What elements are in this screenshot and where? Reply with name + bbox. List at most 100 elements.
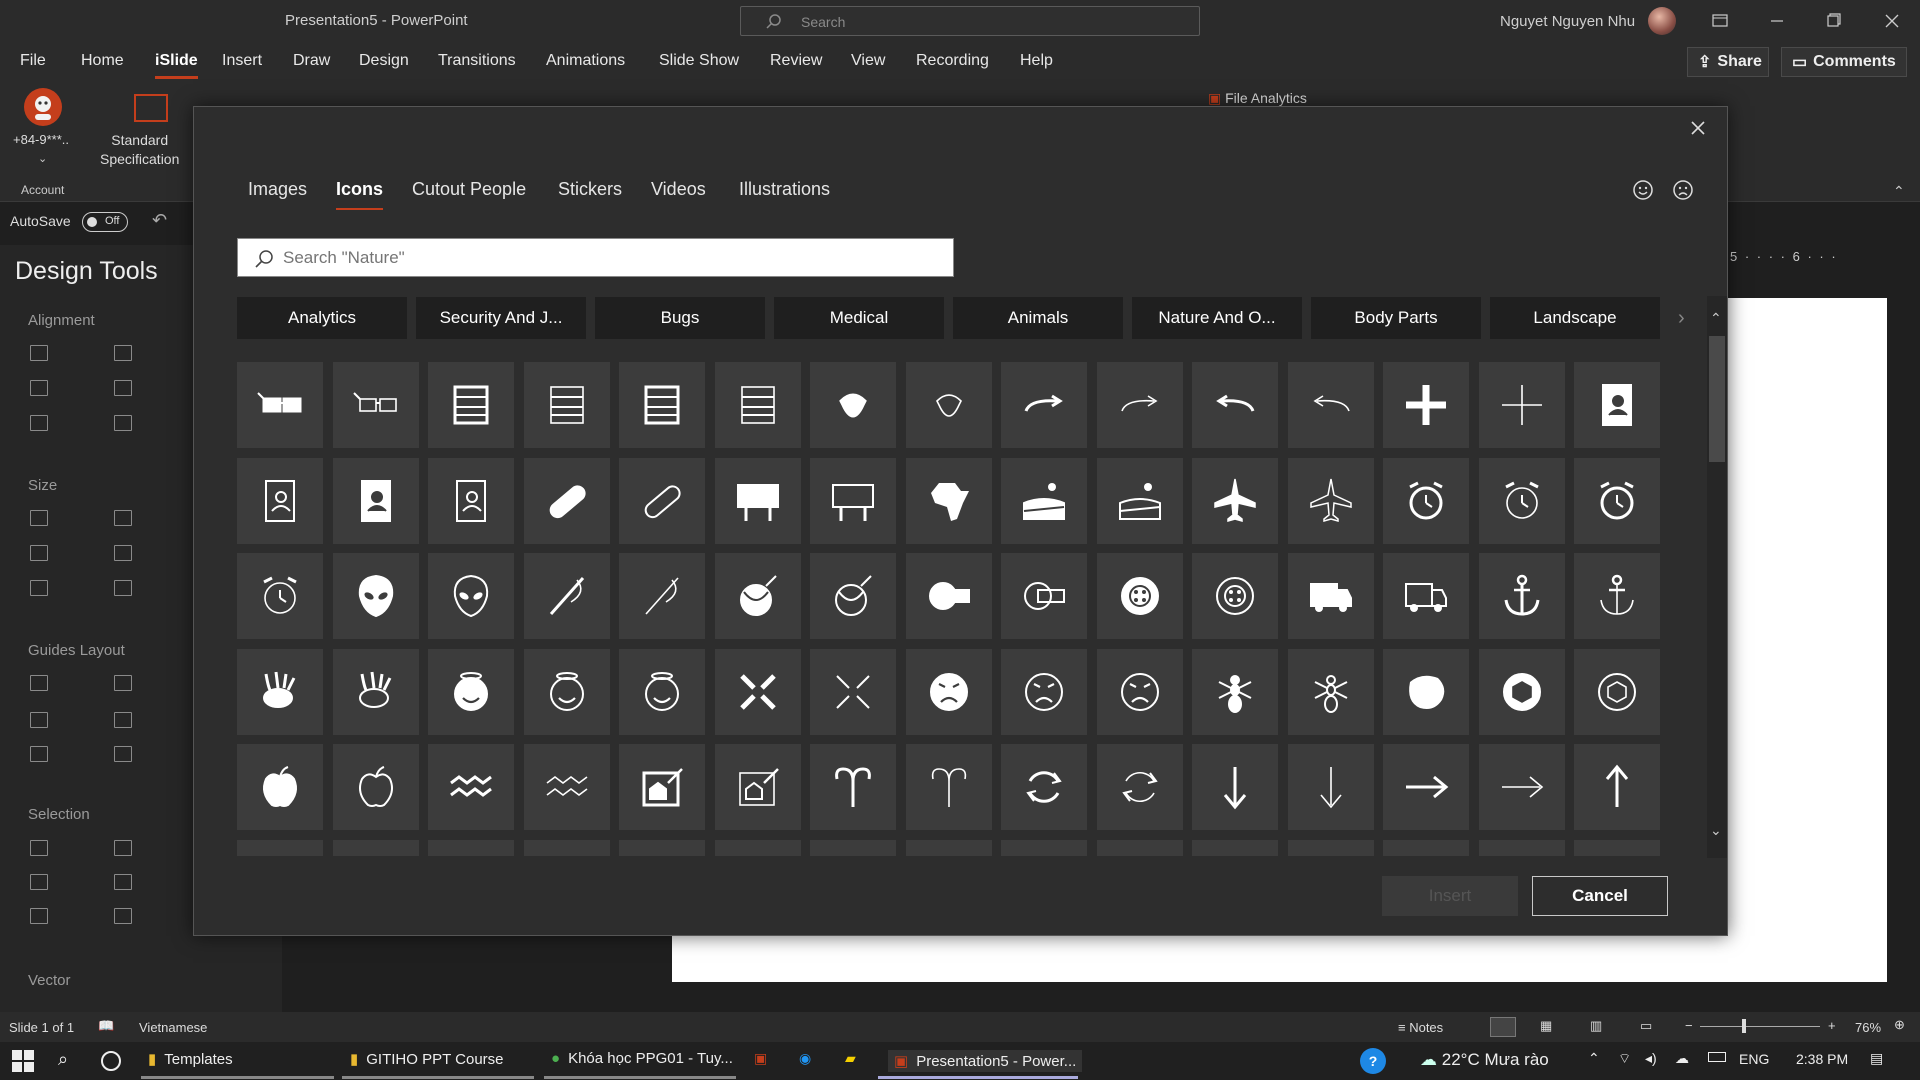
address-book-filled-icon[interactable]: [1574, 362, 1660, 448]
airplane-filled-icon[interactable]: [1192, 457, 1278, 544]
icon-tile[interactable]: [1096, 839, 1183, 856]
zoom-slider[interactable]: [1700, 1026, 1820, 1027]
cancel-button[interactable]: Cancel: [1532, 876, 1668, 916]
aperture-filled-icon[interactable]: [1478, 648, 1565, 735]
menu-help[interactable]: Help: [1020, 52, 1053, 70]
apple-outline-icon[interactable]: [332, 744, 419, 830]
sewing-needle-filled-icon[interactable]: [523, 553, 610, 639]
menu-slide-show[interactable]: Slide Show: [659, 52, 739, 70]
angry-face-outline-icon[interactable]: [1001, 648, 1087, 735]
normal-view-icon[interactable]: [1490, 1017, 1516, 1037]
arrow-curve-right-filled-icon[interactable]: [1001, 362, 1087, 448]
icon-tile[interactable]: [523, 839, 610, 856]
anemone-fish-outline-icon[interactable]: [332, 648, 419, 735]
minimize-icon[interactable]: [1757, 8, 1797, 34]
avatar[interactable]: [1648, 7, 1676, 35]
icon-tile[interactable]: [1001, 839, 1087, 856]
bandage-filled-icon[interactable]: [523, 457, 610, 544]
yarn-ball-filled-icon[interactable]: [714, 553, 801, 639]
icon-tile[interactable]: [1192, 839, 1278, 856]
same-height-icon[interactable]: [114, 510, 132, 526]
zoom-out-button[interactable]: −: [1685, 1018, 1693, 1033]
icon-search-field[interactable]: [237, 238, 954, 277]
tab-images[interactable]: Images: [248, 179, 307, 200]
account-phone[interactable]: +84-9***..: [13, 132, 69, 147]
anger-symbol-filled-icon[interactable]: [714, 648, 801, 735]
account-icon[interactable]: [24, 88, 62, 126]
help-icon[interactable]: ?: [1360, 1048, 1386, 1074]
category-chip[interactable]: Security And J...: [416, 297, 586, 339]
zoom-in-button[interactable]: +: [1828, 1018, 1836, 1033]
arrow-curve-left-outline-icon[interactable]: [1287, 362, 1374, 448]
notes-button[interactable]: ≡ Notes: [1398, 1020, 1443, 1035]
menu-home[interactable]: Home: [81, 52, 124, 70]
distribute-horizontal-icon[interactable]: [30, 415, 48, 431]
refresh-outline-icon[interactable]: [1096, 744, 1183, 830]
guide-middle-icon[interactable]: [114, 712, 132, 728]
alien-face-outline-icon[interactable]: [428, 553, 514, 639]
aries-outline-icon[interactable]: [905, 744, 992, 830]
arrow-curve-right-outline-icon[interactable]: [1096, 362, 1183, 448]
move-down-icon[interactable]: [30, 908, 48, 924]
arrow-right-filled-icon[interactable]: [1383, 744, 1469, 830]
taskbar-search-icon[interactable]: ⌕: [58, 1049, 68, 1070]
guide-top-icon[interactable]: [30, 712, 48, 728]
menu-recording[interactable]: Recording: [916, 52, 989, 70]
right-edge-icon[interactable]: [114, 545, 132, 561]
architect-drawing-filled-icon[interactable]: [619, 744, 705, 830]
tab-illustrations[interactable]: Illustrations: [739, 179, 830, 200]
icon-tile[interactable]: [332, 839, 419, 856]
close-icon[interactable]: [1683, 113, 1713, 143]
category-chip[interactable]: Medical: [774, 297, 944, 339]
close-window-icon[interactable]: [1872, 8, 1912, 34]
aperture-outline-icon[interactable]: [1574, 648, 1660, 735]
user-name[interactable]: Nguyet Nguyen Nhu: [1500, 13, 1635, 30]
app-icon[interactable]: ▣: [754, 1050, 767, 1067]
sticky-notes-icon[interactable]: ▰: [845, 1050, 856, 1067]
apple-filled-icon[interactable]: [237, 744, 323, 830]
architect-drawing-outline-icon[interactable]: [714, 744, 801, 830]
anger-symbol-outline-icon[interactable]: [810, 648, 896, 735]
icon-tile[interactable]: [810, 839, 896, 856]
scroll-down-icon[interactable]: ⌄: [1710, 822, 1722, 839]
button-outline-icon[interactable]: [1192, 553, 1278, 639]
weather-widget[interactable]: ☁ 22°C Mưa rào: [1420, 1050, 1549, 1070]
guide-width-icon[interactable]: [30, 746, 48, 762]
acorn-outline-icon[interactable]: [905, 362, 992, 448]
comments-button[interactable]: ▭ Comments: [1781, 47, 1907, 77]
angry-face-line-icon[interactable]: [1096, 648, 1183, 735]
abacus-filled-icon[interactable]: [428, 362, 514, 448]
icon-tile[interactable]: [714, 839, 801, 856]
icon-tile[interactable]: [1574, 839, 1660, 856]
anchor-outline-icon[interactable]: [1574, 553, 1660, 639]
restore-icon[interactable]: [1813, 8, 1853, 34]
alien-face-filled-icon[interactable]: [332, 553, 419, 639]
guide-height-icon[interactable]: [114, 746, 132, 762]
send-back-icon[interactable]: [114, 874, 132, 890]
tab-videos[interactable]: Videos: [651, 179, 706, 200]
taskbar-item[interactable]: ▮ GITIHO PPT Course: [350, 1050, 504, 1069]
category-chip[interactable]: Nature And O...: [1132, 297, 1302, 339]
angry-face-filled-icon[interactable]: [905, 648, 992, 735]
layer-icon[interactable]: [114, 908, 132, 924]
alarm-clock-filled-icon[interactable]: [1383, 457, 1469, 544]
3d-glasses-outline-icon[interactable]: [332, 362, 419, 448]
menu-islide[interactable]: iSlide: [155, 52, 198, 79]
collapse-ribbon-icon[interactable]: ⌃: [1893, 183, 1905, 200]
menu-draw[interactable]: Draw: [293, 52, 330, 70]
zoom-slider-thumb[interactable]: [1742, 1019, 1746, 1033]
contact-card-outline-icon[interactable]: [428, 457, 514, 544]
arrow-up-filled-icon[interactable]: [1574, 744, 1660, 830]
category-chip[interactable]: Analytics: [237, 297, 407, 339]
anchor-filled-icon[interactable]: [1478, 553, 1565, 639]
icon-tile[interactable]: [619, 839, 705, 856]
menu-view[interactable]: View: [851, 52, 885, 70]
refresh-filled-icon[interactable]: [1001, 744, 1087, 830]
align-left-icon[interactable]: [30, 345, 48, 361]
guide-left-icon[interactable]: [30, 675, 48, 691]
wifi-icon[interactable]: ⌔: [1618, 1050, 1631, 1068]
tape-measure-filled-icon[interactable]: [905, 553, 992, 639]
acorn-filled-icon[interactable]: [810, 362, 896, 448]
icon-tile[interactable]: [1383, 839, 1469, 856]
icon-tile[interactable]: [1478, 839, 1565, 856]
